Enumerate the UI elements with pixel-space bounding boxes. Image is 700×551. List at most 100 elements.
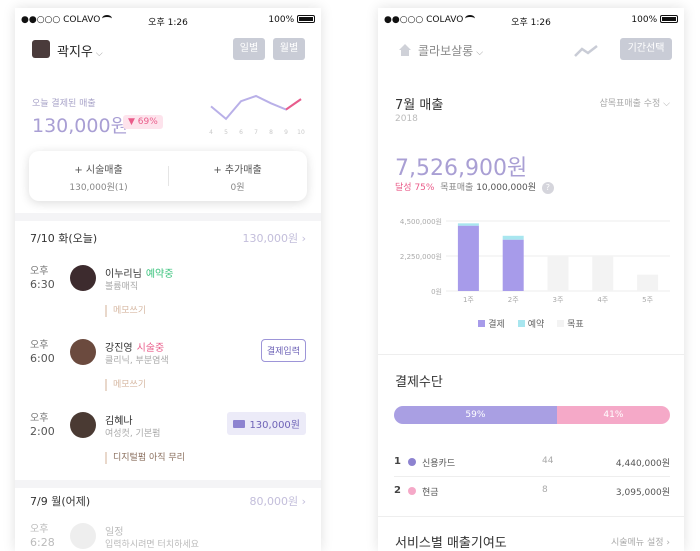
service-names: 볼륨매직 [105, 282, 139, 292]
service-sales-label: + 시술매출 [74, 165, 123, 176]
legend-item: 목표 [557, 317, 584, 330]
achievement-pct: 75% [414, 183, 435, 193]
store-selector[interactable]: 콜라보살롱 ⌵ [418, 42, 483, 59]
section-separator [15, 213, 321, 221]
help-icon[interactable]: ? [541, 182, 554, 194]
memo-field[interactable]: 메모쓰기 [105, 379, 146, 391]
x-tick-label: 1주 [463, 296, 474, 304]
day-header-today[interactable]: 7/10 화(오늘) 130,000원 › [15, 225, 321, 251]
method-name: 신용카드 [422, 459, 456, 469]
placeholder-avatar [70, 523, 96, 549]
battery-icon [660, 15, 678, 23]
legend-swatch [557, 320, 565, 327]
appointment-time: 오후 6:28 [30, 524, 55, 549]
divider [378, 354, 684, 355]
payment-method-title: 결제수단 [395, 375, 443, 390]
day-title: 7/10 화(오늘) [30, 232, 98, 245]
sparkline-x-label: 4 [209, 129, 213, 136]
customer-avatar [70, 339, 96, 365]
battery-icon [297, 15, 315, 23]
sparkline-x-label: 6 [239, 129, 243, 136]
chevron-down-icon: ⌵ [476, 48, 484, 58]
x-tick-label: 2주 [508, 296, 519, 304]
method-count: 8 [542, 485, 548, 495]
sales-summary-card: + 시술매출 130,000원(1) + 추가매출 0원 [29, 151, 307, 201]
y-tick-label: 4,500,000원 [400, 217, 442, 226]
appointment-time: 오후 6:00 [30, 340, 55, 365]
customer-name: 이누리님 예약중 [105, 269, 174, 280]
schedule-hint: 입력하시려면 터치하세요 [105, 540, 199, 550]
year-label: 2018 [395, 114, 418, 124]
achievement-line: 달성 75% 목표매출 10,000,000원 ? [395, 180, 554, 194]
status-bar: ●●○○○ COLAVO 오후 1:26 100% [15, 8, 321, 32]
x-tick-label: 3주 [553, 296, 564, 304]
weekly-sales-chart: 4,500,000원 2,250,000원 0원 1주 2주 3주 4주 5주 [400, 217, 670, 304]
appointment-time: 오후 2:00 [30, 413, 55, 438]
payment-method-row[interactable]: 1 신용카드 44 4,440,000원 [378, 452, 684, 476]
paid-amount-chip[interactable]: 130,000원 [227, 412, 306, 435]
header: 콜라보살롱 ⌵ 기간선택 [378, 38, 684, 74]
memo-field[interactable]: 디지털펌 아직 무리 [105, 452, 185, 464]
appointment-status: 예약중 [145, 269, 174, 280]
bar-예약 [502, 235, 524, 240]
left-phone-screen: ●●○○○ COLAVO 오후 1:26 100% 곽지우 ⌵ 일별 월별 오늘 … [15, 8, 321, 551]
chevron-down-icon: ⌵ [95, 49, 103, 59]
home-icon [399, 44, 411, 56]
sparkline-x-label: 7 [254, 129, 258, 136]
rank: 1 [394, 456, 401, 467]
month-title: 7월 매출 [395, 98, 444, 113]
method-amount: 3,095,000원 [615, 488, 670, 498]
day-header-yesterday[interactable]: 7/9 월(어제) 80,000원 › [15, 488, 321, 514]
monthly-toggle-button[interactable]: 월별 [273, 38, 305, 60]
appointment-time: 오후 6:30 [30, 266, 55, 291]
service-sales-value: 130,000원(1) [69, 183, 128, 193]
service-names: 여성컷, 기본펌 [105, 429, 161, 439]
divider [378, 516, 684, 517]
bar-목표 [637, 274, 659, 291]
trend-icon[interactable] [574, 45, 598, 57]
header: 곽지우 ⌵ 일별 월별 [15, 38, 321, 74]
service-names: 클리닉, 부분염색 [105, 356, 169, 366]
customer-name: 김혜나 [105, 416, 133, 427]
service-contribution-title: 서비스별 매출기여도 [395, 536, 507, 551]
method-amount: 4,440,000원 [615, 459, 670, 469]
x-tick-label: 5주 [642, 296, 653, 304]
color-dot [408, 458, 416, 466]
credit-card-icon [233, 420, 246, 428]
today-sales-amount: 130,000원 [32, 115, 129, 137]
status-bar: ●●○○○ COLAVO 오후 1:26 100% [378, 8, 684, 32]
goal-label: 목표매출 [440, 183, 474, 193]
legend-item: 예약 [517, 317, 544, 330]
y-tick-label: 2,250,000원 [400, 252, 442, 261]
daily-toggle-button[interactable]: 일별 [233, 38, 265, 60]
sparkline-x-label: 8 [269, 129, 273, 136]
payment-method-row[interactable]: 2 현금 8 3,095,000원 [378, 481, 684, 505]
right-phone-screen: ●●○○○ COLAVO 오후 1:26 100% 콜라보살롱 ⌵ 기간선택 7월… [378, 8, 684, 551]
bar-목표 [592, 255, 614, 291]
extra-sales-label: + 추가매출 [213, 165, 262, 176]
schedule-title: 일정 [105, 527, 124, 538]
divider [394, 476, 670, 477]
service-menu-setting-link[interactable]: 시술메뉴 설정 › [611, 535, 670, 548]
battery-indicator: 100% [631, 15, 678, 25]
bar-목표 [547, 255, 569, 291]
y-tick-label: 0원 [431, 287, 442, 296]
chevron-down-icon: ⌵ [663, 99, 670, 109]
store-selector[interactable]: 곽지우 ⌵ [57, 41, 103, 60]
day-total: 80,000원 › [249, 495, 306, 508]
edit-goal-link[interactable]: 샵목표매출 수정 ⌵ [599, 96, 670, 109]
memo-field[interactable]: 메모쓰기 [105, 305, 146, 317]
period-select-button[interactable]: 기간선택 [620, 38, 672, 60]
battery-indicator: 100% [268, 15, 315, 25]
section-separator [15, 480, 321, 488]
rank: 2 [394, 485, 401, 496]
enter-payment-button[interactable]: 결제입력 [260, 339, 306, 362]
extra-sales-summary[interactable]: + 추가매출 0원 [168, 161, 307, 193]
customer-name: 강진영 시술중 [105, 343, 165, 354]
store-name: 곽지우 [57, 45, 93, 60]
sparkline-last-segment [285, 98, 302, 111]
service-sales-summary[interactable]: + 시술매출 130,000원(1) [29, 161, 168, 193]
legend-swatch [478, 320, 486, 327]
extra-sales-value: 0원 [230, 183, 245, 193]
sales-sparkline: 4 5 6 7 8 9 10 [209, 94, 305, 136]
